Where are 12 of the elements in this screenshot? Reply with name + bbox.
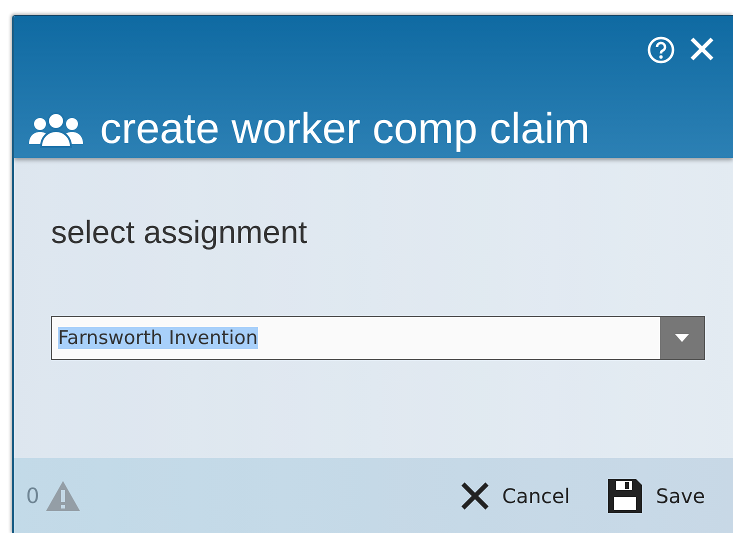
cancel-button[interactable]: Cancel [460,481,570,511]
dropdown-button[interactable] [660,317,704,359]
warning-count: 0 [26,484,40,508]
assignment-dropdown[interactable]: Farnsworth Invention [51,316,705,360]
close-icon[interactable] [689,36,715,62]
caret-icon [675,334,689,342]
dropdown-value: Farnsworth Invention [58,327,258,349]
section-heading: select assignment [51,214,308,251]
dialog-title: create worker comp claim [100,108,590,151]
close-icon [460,481,490,511]
help-icon[interactable] [647,36,675,64]
save-button[interactable]: Save [606,477,705,515]
